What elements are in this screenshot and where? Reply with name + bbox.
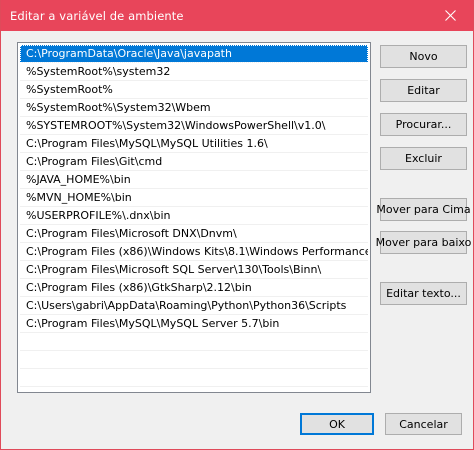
ok-button[interactable]: OK xyxy=(300,413,374,435)
list-item[interactable]: C:\Program Files\Git\cmd xyxy=(20,153,368,171)
browse-button[interactable]: Procurar... xyxy=(380,113,467,136)
path-list[interactable]: C:\ProgramData\Oracle\Java\javapath %Syst… xyxy=(17,42,371,393)
empty-list-row[interactable] xyxy=(20,333,368,351)
close-icon xyxy=(444,10,456,21)
list-item[interactable]: C:\Program Files\MySQL\MySQL Server 5.7\… xyxy=(20,315,368,333)
edit-button[interactable]: Editar xyxy=(380,79,467,102)
list-item[interactable]: %USERPROFILE%\.dnx\bin xyxy=(20,207,368,225)
list-item[interactable]: %SYSTEMROOT%\System32\WindowsPowerShell\… xyxy=(20,117,368,135)
edit-environment-variable-dialog: Editar a variável de ambiente C:\Program… xyxy=(0,0,474,450)
list-item[interactable]: C:\Users\gabri\AppData\Roaming\Python\Py… xyxy=(20,297,368,315)
list-item[interactable]: C:\Program Files\MySQL\MySQL Utilities 1… xyxy=(20,135,368,153)
empty-list-row[interactable] xyxy=(20,387,368,392)
list-item[interactable]: %SystemRoot%\System32\Wbem xyxy=(20,99,368,117)
move-up-button[interactable]: Mover para Cima xyxy=(376,198,471,221)
list-item[interactable]: C:\Program Files (x86)\GtkSharp\2.12\bin xyxy=(20,279,368,297)
close-button[interactable] xyxy=(427,0,473,31)
move-down-button[interactable]: Mover para baixo xyxy=(376,231,471,254)
window-title: Editar a variável de ambiente xyxy=(10,8,184,23)
list-item[interactable]: C:\ProgramData\Oracle\Java\javapath xyxy=(20,45,368,63)
list-item[interactable]: %MVN_HOME%\bin xyxy=(20,189,368,207)
empty-list-row[interactable] xyxy=(20,369,368,387)
list-item[interactable]: C:\Program Files\Microsoft DNX\Dnvm\ xyxy=(20,225,368,243)
empty-list-row[interactable] xyxy=(20,351,368,369)
list-item[interactable]: %SystemRoot% xyxy=(20,81,368,99)
list-item[interactable]: %JAVA_HOME%\bin xyxy=(20,171,368,189)
list-item[interactable]: %SystemRoot%\system32 xyxy=(20,63,368,81)
cancel-button[interactable]: Cancelar xyxy=(385,413,462,435)
delete-button[interactable]: Excluir xyxy=(380,147,467,170)
list-item[interactable]: C:\Program Files\Microsoft SQL Server\13… xyxy=(20,261,368,279)
title-bar: Editar a variável de ambiente xyxy=(1,0,473,31)
edit-text-button[interactable]: Editar texto... xyxy=(380,282,467,305)
list-item[interactable]: C:\Program Files (x86)\Windows Kits\8.1\… xyxy=(20,243,368,261)
new-button[interactable]: Novo xyxy=(380,45,467,68)
